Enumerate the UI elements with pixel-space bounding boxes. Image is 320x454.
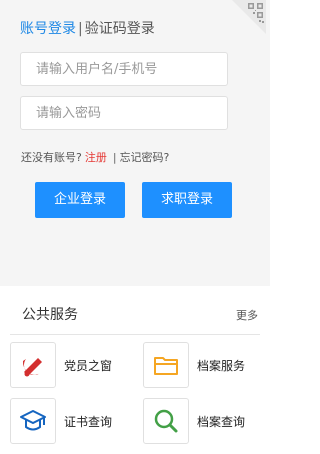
forgot-password-link[interactable]: 忘记密码? xyxy=(120,151,170,164)
folder-icon xyxy=(143,342,189,388)
username-field[interactable] xyxy=(20,52,228,86)
link-separator: | xyxy=(112,151,117,164)
login-panel: 账号登录|验证码登录 还没有账号?注册|忘记密码? 企业登录 求职登录 xyxy=(0,0,270,286)
service-item-certificate[interactable]: 证书查询 xyxy=(10,398,112,444)
tab-account-login[interactable]: 账号登录 xyxy=(20,21,76,37)
service-label-certificate: 证书查询 xyxy=(64,414,113,429)
service-label-archive-query: 档案查询 xyxy=(197,414,246,429)
service-label-party: 党员之窗 xyxy=(64,358,113,373)
enterprise-login-button[interactable]: 企业登录 xyxy=(35,182,125,218)
password-input[interactable] xyxy=(21,97,227,129)
graduation-cap-icon xyxy=(10,398,56,444)
username-input[interactable] xyxy=(21,53,227,85)
no-account-text: 还没有账号? xyxy=(21,151,82,164)
service-item-archive-query[interactable]: 档案查询 xyxy=(143,398,245,444)
login-tabs: 账号登录 | 验证码登录 xyxy=(20,20,155,38)
public-services-panel: 公共服务 更多 党员之窗 档案服务 证书查询 档案查询 xyxy=(0,294,270,454)
tab-code-login[interactable]: 验证码登录 xyxy=(85,21,155,37)
account-links: 还没有账号? 注册 | 忘记密码? xyxy=(21,149,169,165)
password-field[interactable] xyxy=(20,96,228,130)
jobseeker-login-button[interactable]: 求职登录 xyxy=(142,182,232,218)
party-emblem-icon xyxy=(10,342,56,388)
services-more-link[interactable]: 更多 xyxy=(236,307,258,323)
service-item-archive[interactable]: 档案服务 xyxy=(143,342,245,388)
magnifier-icon xyxy=(143,398,189,444)
service-label-archive: 档案服务 xyxy=(197,358,246,373)
services-title: 公共服务 xyxy=(22,307,78,323)
services-divider xyxy=(10,334,260,335)
qr-code-corner-icon[interactable] xyxy=(232,0,266,34)
register-link[interactable]: 注册 xyxy=(85,151,107,164)
service-item-party[interactable]: 党员之窗 xyxy=(10,342,112,388)
tab-separator: | xyxy=(78,21,83,37)
